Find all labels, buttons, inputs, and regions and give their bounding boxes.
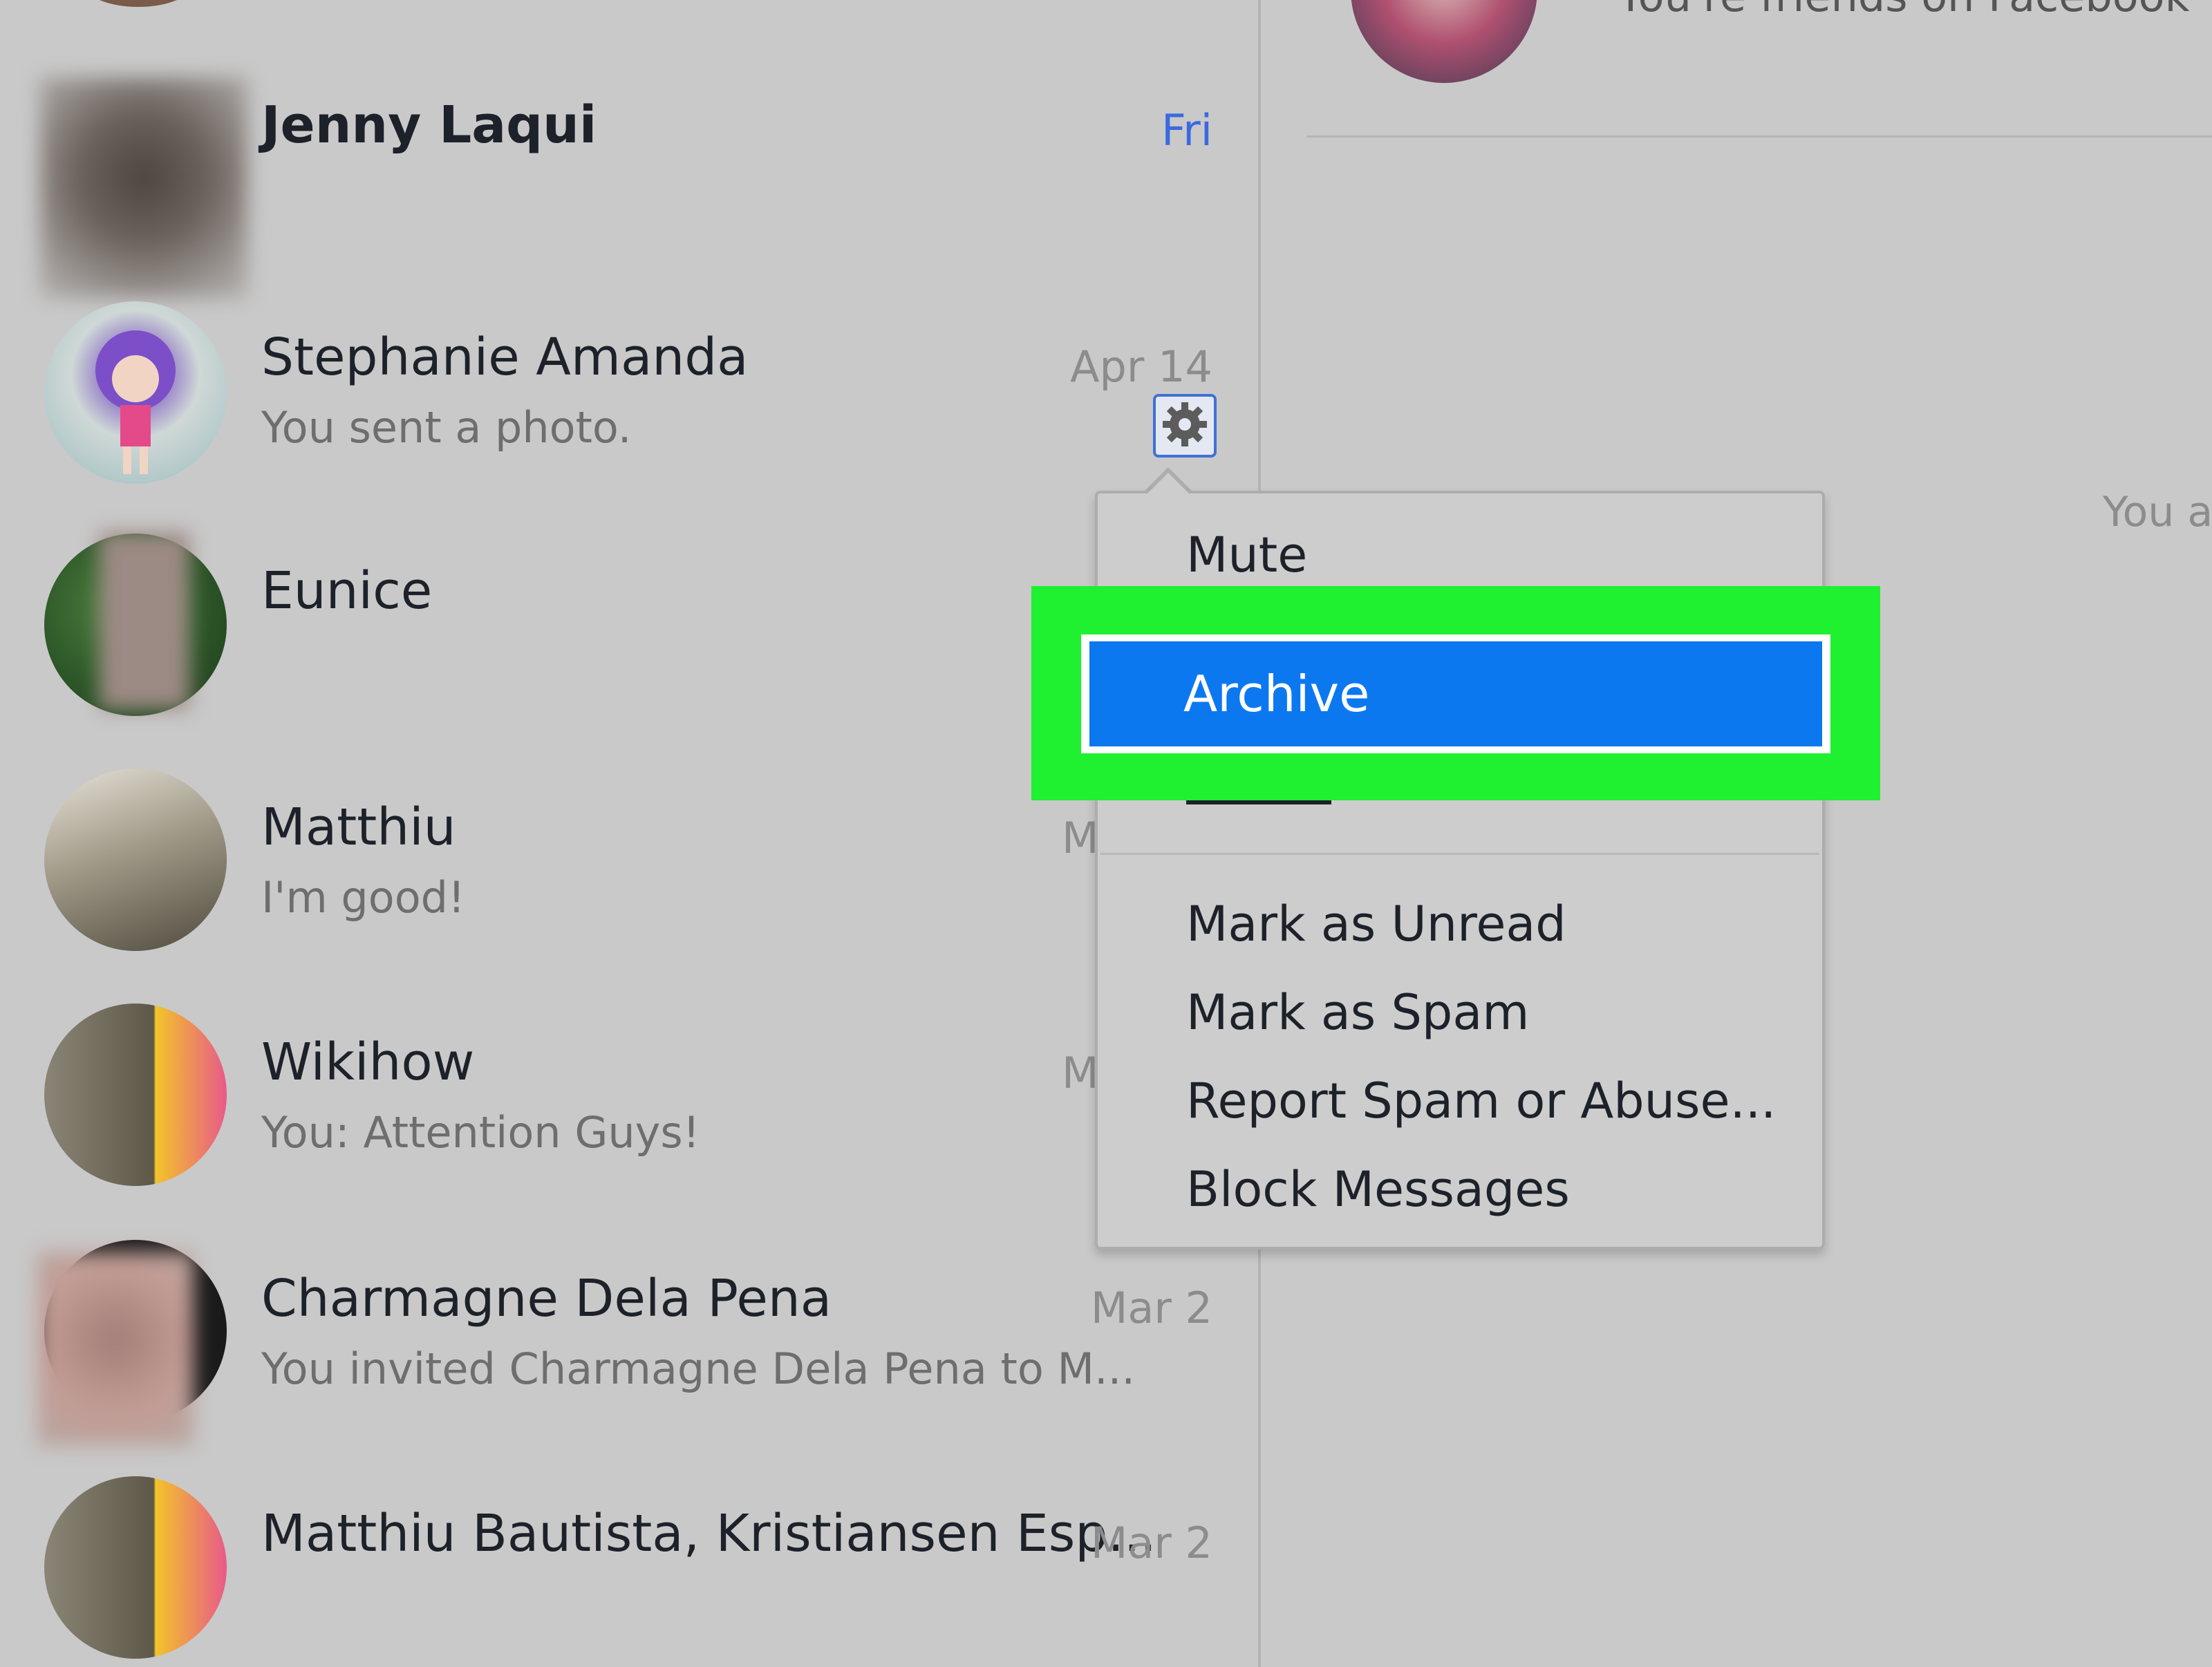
message-snippet: I'm good! — [261, 872, 465, 923]
menu-item-archive-label: Archive — [1089, 641, 1822, 746]
avatar — [40, 77, 247, 299]
message-time: Mar 2 — [1090, 1518, 1212, 1568]
contact-name: Jenny Laqui — [261, 95, 597, 155]
contact-name: Charmagne Dela Pena — [261, 1269, 832, 1328]
doll-image — [95, 330, 176, 474]
avatar-blur — [100, 532, 189, 709]
menu-item-mark-unread[interactable]: Mark as Unread — [1186, 896, 1566, 952]
message-time: Fri — [1161, 105, 1212, 156]
avatar — [44, 1004, 227, 1186]
menu-separator — [1100, 853, 1819, 855]
conversation-settings-button[interactable] — [1153, 394, 1217, 458]
avatar — [1351, 0, 1537, 83]
message-time: Apr 14 — [1070, 341, 1212, 392]
friendship-note: You're friends on Facebook — [1618, 0, 2190, 21]
contact-name: Eunice — [261, 561, 433, 621]
contact-name: Matthiu Bautista, Kristiansen Esp... — [261, 1504, 1156, 1563]
menu-item-report-spam[interactable]: Report Spam or Abuse... — [1186, 1073, 1776, 1129]
menu-item-mute[interactable]: Mute — [1186, 527, 1307, 583]
contact-name: Stephanie Amanda — [261, 328, 749, 387]
conversation-list: Jenny Laqui Fri Stephanie Amanda You sen… — [0, 0, 1258, 1667]
message-snippet: You: Attention Guys! — [261, 1107, 700, 1158]
message-time: Mar 2 — [1090, 1283, 1212, 1333]
menu-item-mark-spam[interactable]: Mark as Spam — [1186, 984, 1529, 1041]
avatar — [83, 0, 194, 7]
side-text: You a — [2103, 488, 2212, 536]
separator — [1306, 135, 2212, 138]
gear-icon — [1161, 400, 1209, 451]
avatar — [44, 769, 227, 951]
message-snippet: You sent a photo. — [261, 402, 632, 453]
menu-item-block-messages[interactable]: Block Messages — [1186, 1161, 1570, 1218]
menu-pointer-fill — [1147, 473, 1190, 494]
message-snippet: You invited Charmagne Dela Pena to M... — [261, 1344, 1136, 1394]
avatar — [44, 1476, 227, 1659]
menu-item-archive[interactable]: Archive — [1081, 634, 1830, 753]
avatar — [44, 301, 227, 484]
contact-name: Wikihow — [261, 1033, 475, 1092]
avatar-blur — [37, 1252, 194, 1446]
contact-name: Matthiu — [261, 798, 456, 857]
